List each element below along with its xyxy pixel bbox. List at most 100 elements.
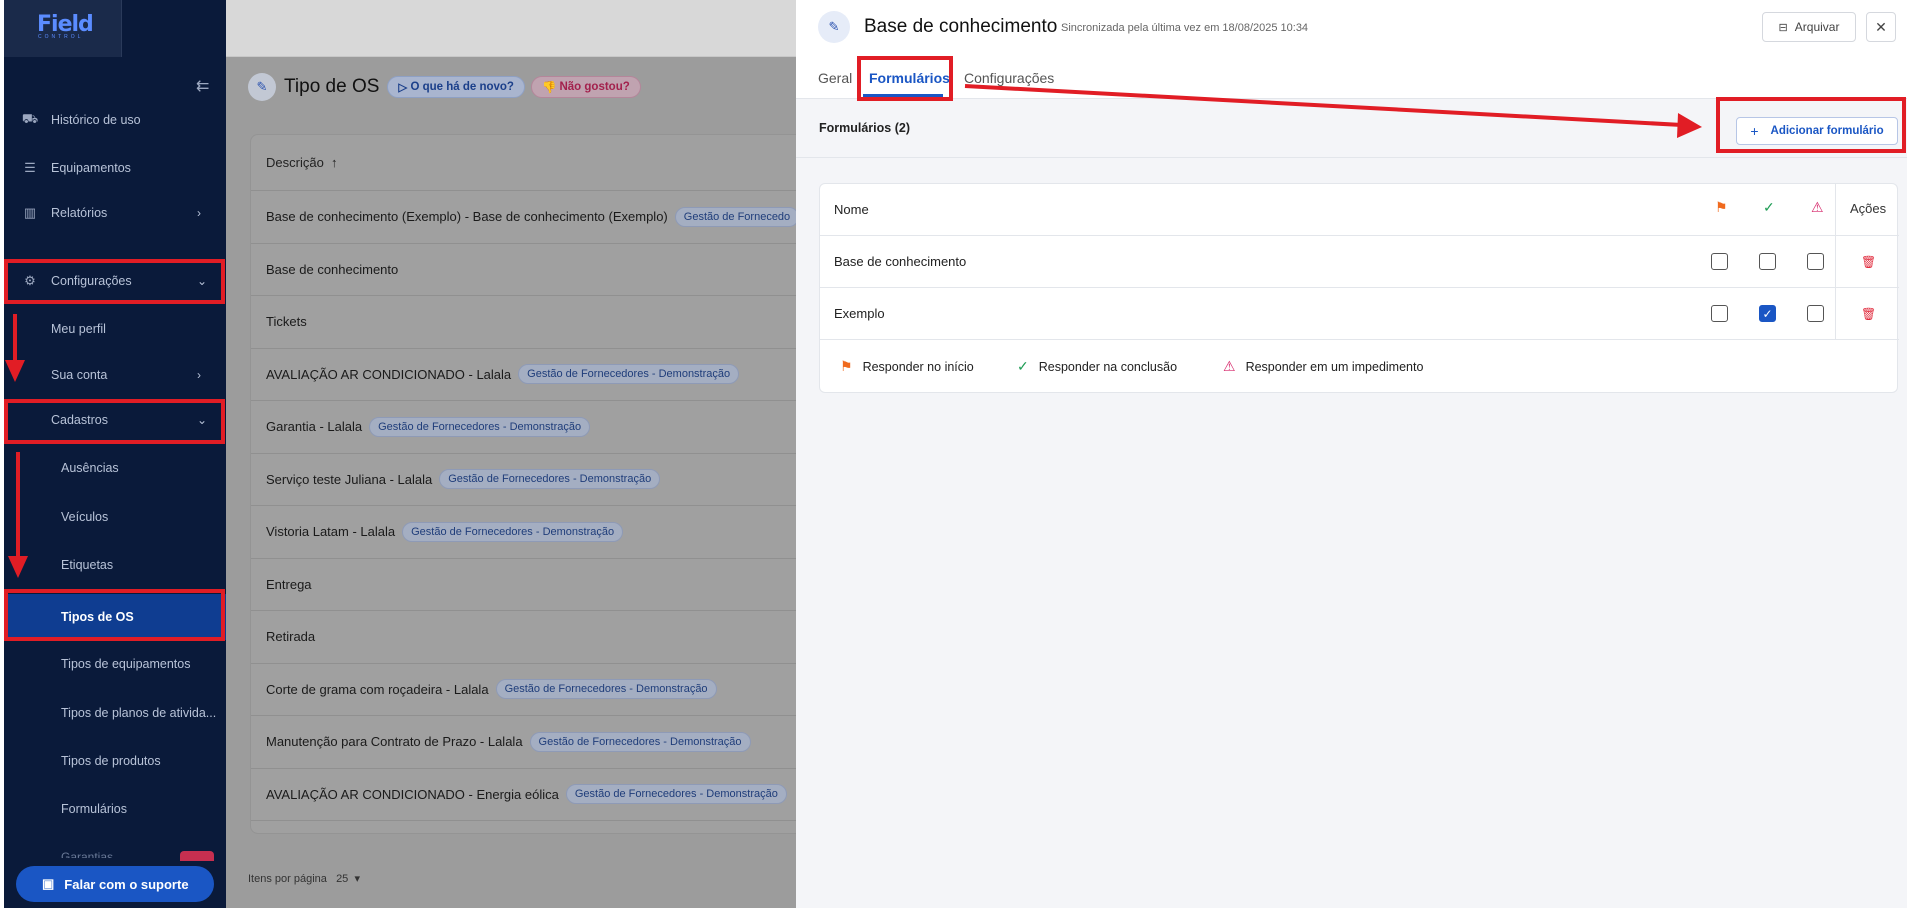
pager-select[interactable]: 25 [336, 873, 348, 885]
trash-icon[interactable]: 🗑 [1861, 307, 1876, 321]
table-header[interactable]: Descrição ↑ [251, 135, 796, 191]
forms-table: Nome ⚑ ✓ ⚠ Ações Base de conhecimento 🗑 … [819, 183, 1899, 393]
archive-button[interactable]: ⊟ Arquivar [1762, 12, 1856, 42]
table-row: Exemplo ✓ 🗑 [820, 288, 1899, 340]
pencil-icon[interactable]: ✎ [818, 11, 850, 43]
os-type-icon: ✎ [248, 73, 276, 101]
flag-icon: ⚑ [840, 358, 853, 374]
sidebar-item-label: Tipos de OS [61, 610, 134, 624]
sidebar-item-meu-perfil[interactable]: Meu perfil [4, 309, 226, 349]
row-description: Base de conhecimento [266, 261, 399, 277]
support-button-label: Falar com o suporte [64, 876, 189, 892]
table-row[interactable]: Entrega [251, 559, 796, 611]
sidebar-item-garantias[interactable]: Garantias [61, 850, 113, 858]
conclusion-checkbox[interactable] [1759, 253, 1776, 270]
row-tag: Gestão de Fornecedores - Demonstração [495, 679, 717, 700]
sidebar-item-formularios[interactable]: Formulários [4, 789, 226, 829]
table-row[interactable]: Garantia - Lalala Gestão de Fornecedores … [251, 401, 796, 454]
table-row: Base de conhecimento 🗑 [820, 236, 1899, 288]
row-description: Base de conhecimento (Exemplo) - Base de… [266, 209, 668, 225]
page-title: Tipo de OS [284, 76, 380, 97]
sort-arrow-icon[interactable]: ↑ [331, 155, 338, 170]
caret-down-icon[interactable]: ▾ [354, 873, 360, 885]
collapse-sidebar-icon[interactable]: ⇇ [196, 76, 209, 96]
row-description: Entrega [266, 576, 312, 592]
sidebar-item-sua-conta[interactable]: Sua conta › [4, 355, 226, 395]
sidebar-item-label: Veículos [61, 510, 109, 524]
row-tag: Gestão de Fornecedo [674, 206, 796, 227]
table-row[interactable]: Base de conhecimento (Exemplo) - Base de… [251, 191, 796, 244]
logo[interactable]: Field CONTROL [4, 0, 122, 57]
form-name: Base de conhecimento [834, 254, 967, 269]
panel-title: Base de conhecimento [864, 16, 1058, 37]
row-description: Manutenção para Contrato de Prazo - Lala… [266, 734, 523, 750]
table-row[interactable]: AVALIAÇÃO AR CONDICIONADO - Energia eóli… [251, 769, 796, 821]
sidebar-item-label: Configurações [51, 274, 132, 288]
sidebar-item-tipos-de-os[interactable]: Tipos de OS [4, 594, 226, 640]
sync-status: Sincronizada pela última vez em 18/08/20… [1061, 22, 1309, 34]
close-button[interactable]: ✕ [1866, 12, 1896, 42]
tab-geral[interactable]: Geral [818, 70, 852, 86]
row-description: AVALIAÇÃO AR CONDICIONADO - Energia eóli… [266, 786, 559, 802]
page-header: ✎ Tipo de OS ▷ O que há de novo? 👎 Não g… [248, 71, 647, 103]
sidebar-item-label: Cadastros [51, 413, 108, 427]
legend-label: Responder na conclusão [1038, 359, 1178, 374]
sidebar-item-etiquetas[interactable]: Etiquetas [4, 545, 226, 585]
status-badge [180, 851, 214, 861]
table-row[interactable]: Base de conhecimento [251, 244, 796, 296]
sidebar: Field CONTROL ⇇ ⛟ Histórico de uso ☰ Equ… [4, 0, 226, 908]
sidebar-item-ausencias[interactable]: Ausências [4, 448, 226, 488]
table-row[interactable]: AVALIAÇÃO AR CONDICIONADO - Lalala Gestão… [251, 349, 796, 401]
sidebar-item-equipamentos[interactable]: ☰ Equipamentos [4, 148, 226, 188]
start-checkbox[interactable] [1711, 253, 1728, 270]
car-icon: ⛟ [21, 111, 39, 126]
sidebar-item-tipos-equipamentos[interactable]: Tipos de equipamentos [4, 644, 226, 684]
chevron-right-icon: › [197, 368, 201, 382]
panel-header: ✎ Base de conhecimento Sincronizada pela… [796, 0, 1907, 56]
impediment-checkbox[interactable] [1807, 305, 1824, 322]
dislike-button[interactable]: 👎 Não gostou? [530, 76, 641, 98]
trash-icon[interactable]: 🗑 [1861, 255, 1876, 269]
sidebar-item-configuracoes[interactable]: ⚙ Configurações ⌄ [4, 261, 226, 301]
column-header-nome: Nome [834, 202, 869, 217]
legend-label: Responder no início [862, 359, 974, 374]
sidebar-item-tipos-planos[interactable]: Tipos de planos de ativida... [4, 693, 226, 733]
row-tag: Gestão de Fornecedores - Demonstração [369, 416, 591, 437]
column-header-descricao[interactable]: Descrição [266, 155, 324, 170]
sidebar-item-relatorios[interactable]: ▥ Relatórios › [4, 193, 226, 233]
pager: Itens por página 25 ▾ [248, 872, 360, 885]
table-row[interactable]: Vistoria Latam - Lalala Gestão de Fornece… [251, 506, 796, 559]
impediment-checkbox[interactable] [1807, 253, 1824, 270]
sidebar-item-label: Relatórios [51, 206, 108, 220]
row-tag: Gestão de Fornecedores - Demonstração [439, 469, 661, 490]
row-description: Corte de grama com roçadeira - Lalala [266, 681, 489, 697]
sidebar-item-label: Sua conta [51, 368, 108, 382]
sidebar-item-label: Equipamentos [51, 161, 131, 175]
table-row[interactable]: Serviço teste Juliana - Lalala Gestão de … [251, 454, 796, 506]
logo-subtext: CONTROL [38, 34, 84, 40]
whats-new-button[interactable]: ▷ O que há de novo? [387, 76, 525, 98]
sidebar-item-tipos-produtos[interactable]: Tipos de produtos [4, 741, 226, 781]
support-button[interactable]: ▣ Falar com o suporte [16, 866, 214, 902]
tab-configuracoes[interactable]: Configurações [964, 70, 1054, 86]
row-description: Tickets [266, 314, 307, 330]
row-tag: Gestão de Fornecedores - Demonstração [565, 784, 787, 805]
sidebar-item-label: Etiquetas [61, 558, 114, 572]
add-form-button[interactable]: + Adicionar formulário [1736, 117, 1898, 145]
conclusion-checkbox[interactable]: ✓ [1759, 305, 1776, 322]
table-row[interactable]: Corte de grama com roçadeira - Lalala Ges… [251, 664, 796, 716]
table-row[interactable]: Manutenção para Contrato de Prazo - Lala… [251, 716, 796, 769]
sidebar-item-historico[interactable]: ⛟ Histórico de uso [4, 100, 226, 140]
sidebar-item-cadastros[interactable]: Cadastros ⌄ [4, 400, 226, 440]
table-row[interactable]: Retirada [251, 611, 796, 664]
table-row[interactable]: Tickets [251, 296, 796, 349]
row-tag: Gestão de Fornecedores - Demonstração [518, 364, 740, 385]
archive-icon: ⊟ [1778, 21, 1788, 34]
plus-icon: + [1750, 123, 1759, 139]
sidebar-item-label: Meu perfil [51, 322, 106, 336]
tab-formularios[interactable]: Formulários [869, 70, 950, 86]
warning-triangle-icon: ⚠ [1223, 358, 1236, 374]
sidebar-item-veiculos[interactable]: Veículos [4, 497, 226, 537]
start-checkbox[interactable] [1711, 305, 1728, 322]
table-rows: Base de conhecimento (Exemplo) - Base de… [251, 191, 796, 821]
